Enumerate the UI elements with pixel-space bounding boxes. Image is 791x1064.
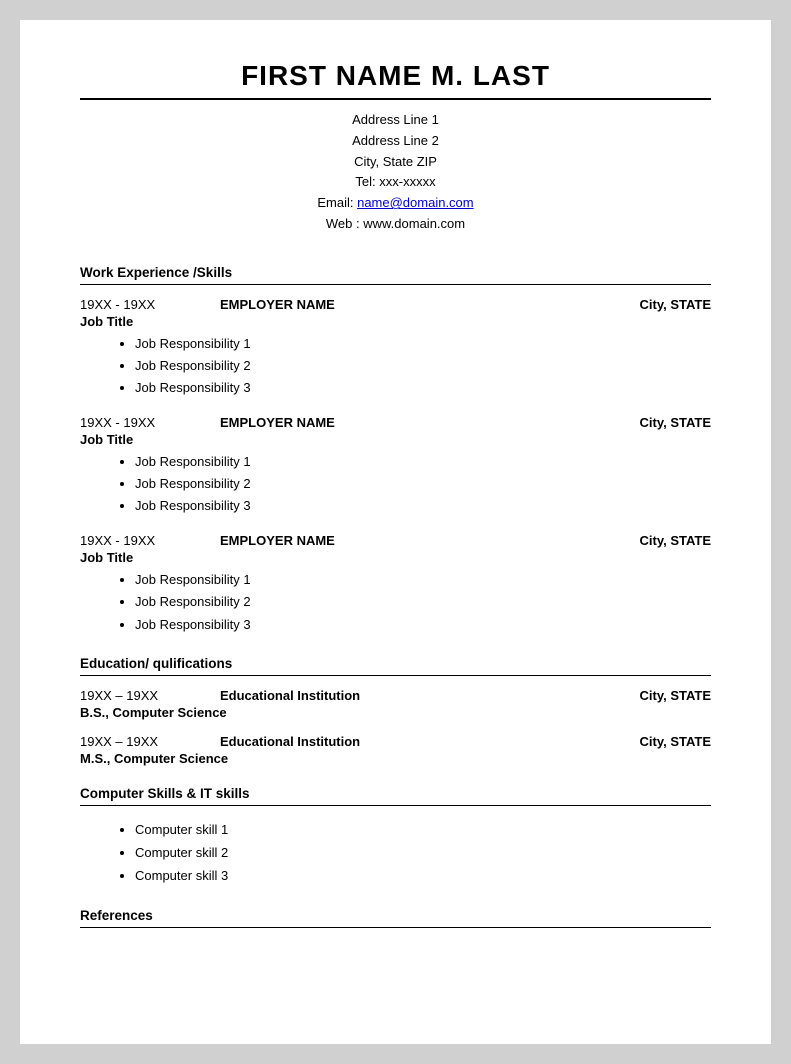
job-location-3: City, STATE [640, 533, 712, 548]
job-employer-1: EMPLOYER NAME [190, 297, 640, 312]
edu-entry-2: 19XX – 19XX Educational Institution City… [80, 734, 711, 766]
list-item: Job Responsibility 3 [135, 377, 711, 399]
edu-degree-2: M.S., Computer Science [80, 751, 711, 766]
job-dates-3: 19XX - 19XX [80, 533, 190, 548]
edu-institution-2: Educational Institution [190, 734, 640, 749]
list-item: Computer skill 1 [135, 818, 711, 841]
job-dates-1: 19XX - 19XX [80, 297, 190, 312]
job-responsibilities-1: Job Responsibility 1 Job Responsibility … [80, 333, 711, 399]
edu-row-1: 19XX – 19XX Educational Institution City… [80, 688, 711, 703]
address-line1: Address Line 1 [80, 110, 711, 131]
list-item: Job Responsibility 1 [135, 451, 711, 473]
edu-row-2: 19XX – 19XX Educational Institution City… [80, 734, 711, 749]
skills-list: Computer skill 1 Computer skill 2 Comput… [80, 818, 711, 888]
list-item: Job Responsibility 2 [135, 591, 711, 613]
list-item: Job Responsibility 3 [135, 495, 711, 517]
job-title-1: Job Title [80, 314, 711, 329]
education-heading: Education/ qulifications [80, 656, 711, 671]
references-section: References [80, 908, 711, 928]
list-item: Computer skill 3 [135, 864, 711, 887]
name-heading: FIRST NAME M. LAST [80, 60, 711, 92]
job-responsibilities-3: Job Responsibility 1 Job Responsibility … [80, 569, 711, 635]
education-section: Education/ qulifications 19XX – 19XX Edu… [80, 656, 711, 766]
job-responsibilities-2: Job Responsibility 1 Job Responsibility … [80, 451, 711, 517]
job-title-2: Job Title [80, 432, 711, 447]
email-line: Email: name@domain.com [80, 193, 711, 214]
list-item: Job Responsibility 2 [135, 473, 711, 495]
edu-institution-1: Educational Institution [190, 688, 640, 703]
job-title-3: Job Title [80, 550, 711, 565]
job-row-2: 19XX - 19XX EMPLOYER NAME City, STATE [80, 415, 711, 430]
contact-info: Address Line 1 Address Line 2 City, Stat… [80, 110, 711, 235]
job-entry-1: 19XX - 19XX EMPLOYER NAME City, STATE Jo… [80, 297, 711, 399]
job-row-3: 19XX - 19XX EMPLOYER NAME City, STATE [80, 533, 711, 548]
job-location-2: City, STATE [640, 415, 712, 430]
computer-skills-divider [80, 805, 711, 806]
edu-entry-1: 19XX – 19XX Educational Institution City… [80, 688, 711, 720]
address-line2: Address Line 2 [80, 131, 711, 152]
education-divider [80, 675, 711, 676]
tel: Tel: xxx-xxxxx [80, 172, 711, 193]
references-heading: References [80, 908, 711, 923]
job-entry-2: 19XX - 19XX EMPLOYER NAME City, STATE Jo… [80, 415, 711, 517]
header-divider [80, 98, 711, 100]
job-dates-2: 19XX - 19XX [80, 415, 190, 430]
job-entry-3: 19XX - 19XX EMPLOYER NAME City, STATE Jo… [80, 533, 711, 635]
job-employer-2: EMPLOYER NAME [190, 415, 640, 430]
edu-dates-2: 19XX – 19XX [80, 734, 190, 749]
work-experience-divider [80, 284, 711, 285]
list-item: Job Responsibility 1 [135, 333, 711, 355]
job-location-1: City, STATE [640, 297, 712, 312]
edu-degree-1: B.S., Computer Science [80, 705, 711, 720]
edu-dates-1: 19XX – 19XX [80, 688, 190, 703]
computer-skills-heading: Computer Skills & IT skills [80, 786, 711, 801]
work-experience-heading: Work Experience /Skills [80, 265, 711, 280]
list-item: Computer skill 2 [135, 841, 711, 864]
list-item: Job Responsibility 3 [135, 614, 711, 636]
job-row-1: 19XX - 19XX EMPLOYER NAME City, STATE [80, 297, 711, 312]
references-divider [80, 927, 711, 928]
list-item: Job Responsibility 1 [135, 569, 711, 591]
email-link[interactable]: name@domain.com [357, 195, 474, 210]
email-label: Email: [317, 195, 357, 210]
edu-location-2: City, STATE [640, 734, 712, 749]
computer-skills-section: Computer Skills & IT skills Computer ski… [80, 786, 711, 888]
web: Web : www.domain.com [80, 214, 711, 235]
work-experience-section: Work Experience /Skills 19XX - 19XX EMPL… [80, 265, 711, 636]
list-item: Job Responsibility 2 [135, 355, 711, 377]
edu-location-1: City, STATE [640, 688, 712, 703]
city-state-zip: City, State ZIP [80, 152, 711, 173]
job-employer-3: EMPLOYER NAME [190, 533, 640, 548]
resume-page: FIRST NAME M. LAST Address Line 1 Addres… [20, 20, 771, 1044]
